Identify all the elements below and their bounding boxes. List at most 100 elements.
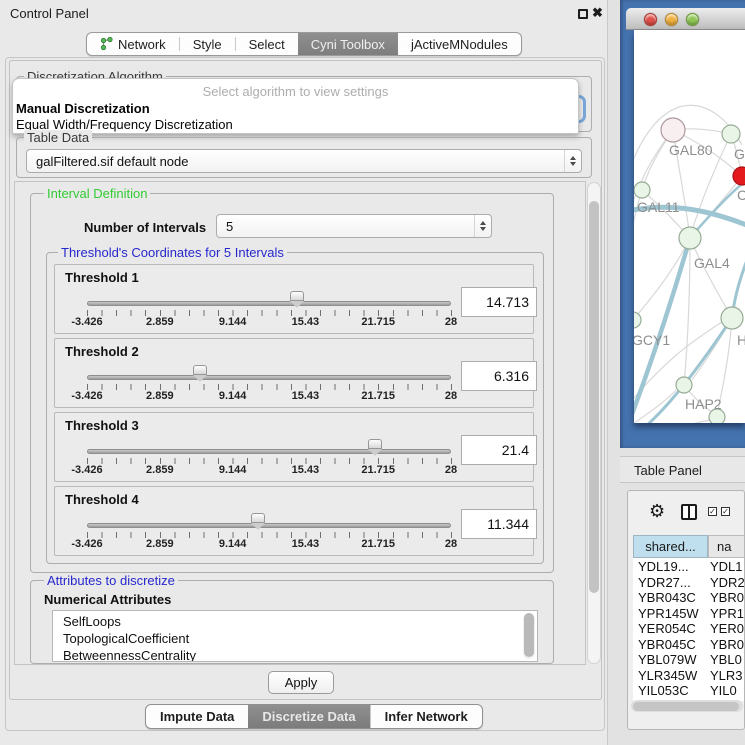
threshold-slider-thumb[interactable]: [290, 291, 304, 301]
threshold-slider-track[interactable]: [87, 375, 451, 380]
slider-tick-labels: -3.426 2.859 9.144 15.43 21.715 28: [87, 390, 451, 403]
checkbox-icon[interactable]: ✓: [708, 507, 717, 516]
settings-vertical-scrollbar[interactable]: [587, 182, 601, 664]
table-data-group-label: Table Data: [24, 130, 92, 145]
tab-discretize-data[interactable]: Discretize Data: [248, 705, 369, 728]
threshold-panel: Threshold 3 -3.426 2.859 9.144 15.43 21.…: [54, 412, 534, 482]
scrollbar-thumb[interactable]: [524, 613, 534, 657]
list-item[interactable]: TopologicalCoefficient: [53, 630, 537, 647]
slider-tick-labels: -3.426 2.859 9.144 15.43 21.715 28: [87, 538, 451, 551]
table-data-combobox[interactable]: galFiltered.sif default node: [26, 149, 582, 173]
node-ga: [722, 125, 740, 143]
threshold-panel: Threshold 4 -3.426 2.859 9.144 15.43 21.…: [54, 486, 534, 556]
table-row[interactable]: YLR345WYLR3: [633, 668, 745, 684]
top-tab-bar: Network Style Select Cyni Toolbox jActiv…: [86, 32, 522, 56]
tab-cyni-toolbox[interactable]: Cyni Toolbox: [298, 33, 398, 55]
network-graph: [634, 30, 745, 423]
threshold-value-field[interactable]: 6.316: [461, 361, 537, 391]
threshold-slider-thumb[interactable]: [251, 513, 265, 523]
node-label-c: C: [737, 187, 745, 203]
control-panel: Control Panel ✖ Network Style Select Cyn…: [0, 0, 607, 745]
threshold-label: Threshold 1: [65, 270, 139, 285]
column-layout-icon[interactable]: [681, 504, 697, 520]
node-h: [721, 307, 743, 329]
column-header-name[interactable]: na: [708, 535, 745, 558]
tab-infer-network[interactable]: Infer Network: [371, 705, 482, 728]
node-gal4: [679, 227, 701, 249]
undock-icon[interactable]: [578, 9, 588, 19]
node-gal80: [661, 118, 685, 142]
table-row[interactable]: YBR043CYBR0: [633, 590, 745, 606]
list-item[interactable]: BetweennessCentrality: [53, 647, 537, 662]
node-label-hap2: HAP2: [685, 396, 722, 412]
tab-style[interactable]: Style: [180, 33, 235, 55]
tab-network-label: Network: [118, 37, 166, 52]
close-traffic-light-icon[interactable]: [644, 13, 657, 26]
num-intervals-combobox[interactable]: 5: [216, 214, 492, 238]
column-header-shared-name[interactable]: shared...: [633, 535, 708, 558]
apply-button[interactable]: Apply: [268, 671, 334, 694]
network-icon: [100, 36, 113, 52]
node-gal11: [634, 182, 650, 198]
node-label-ga: GA: [734, 146, 745, 162]
table-horizontal-scrollbar[interactable]: [631, 700, 743, 712]
node-hap2: [676, 377, 692, 393]
thresholds-group-label: Threshold's Coordinates for 5 Intervals: [58, 245, 287, 260]
attributes-group-label: Attributes to discretize: [44, 573, 178, 588]
network-canvas[interactable]: GAL80 GA GAL11 C GAL4 GCY1 H HAP2: [634, 30, 745, 423]
slider-tick-labels: -3.426 2.859 9.144 15.43 21.715 28: [87, 316, 451, 329]
zoom-traffic-light-icon[interactable]: [686, 13, 699, 26]
scrollbar-thumb[interactable]: [589, 201, 599, 593]
gear-icon[interactable]: ⚙: [649, 501, 665, 522]
tab-jactivemnodules[interactable]: jActiveMNodules: [398, 33, 521, 55]
table-row[interactable]: YER054CYER0: [633, 621, 745, 637]
close-icon[interactable]: ✖: [592, 5, 603, 21]
threshold-slider-thumb[interactable]: [368, 439, 382, 449]
threshold-label: Threshold 4: [65, 492, 139, 507]
threshold-label: Threshold 2: [65, 344, 139, 359]
network-window-titlebar[interactable]: [626, 8, 745, 30]
table-panel: ⚙ ✓ ✓ shared... na YDL19...YDL1 YDR27...…: [627, 490, 745, 730]
stepper-icon: [474, 215, 491, 237]
algorithm-placeholder: Select algorithm to view settings: [13, 84, 578, 99]
threshold-slider-track[interactable]: [87, 449, 451, 454]
panel-divider[interactable]: [607, 0, 620, 745]
threshold-label: Threshold 3: [65, 418, 139, 433]
threshold-slider-track[interactable]: [87, 523, 451, 528]
table-row[interactable]: YDR27...YDR2: [633, 575, 745, 591]
threshold-value-field[interactable]: 14.713: [461, 287, 537, 317]
threshold-panel: Threshold 1 -3.426 2.859 9.144 15.43 21.…: [54, 264, 534, 334]
num-intervals-label: Number of Intervals: [84, 220, 206, 235]
num-intervals-value: 5: [217, 219, 474, 234]
threshold-value-field[interactable]: 11.344: [461, 509, 537, 539]
algorithm-dropdown-popup: Select algorithm to view settings Manual…: [12, 78, 579, 134]
numerical-attributes-list[interactable]: SelfLoops TopologicalCoefficient Between…: [52, 610, 538, 662]
threshold-value-field[interactable]: 21.4: [461, 435, 537, 465]
panel-title: Control Panel: [10, 6, 89, 21]
table-row[interactable]: YPR145WYPR1: [633, 606, 745, 622]
minimize-traffic-light-icon[interactable]: [665, 13, 678, 26]
node-label-gal11: GAL11: [637, 199, 680, 215]
scrollbar-thumb[interactable]: [633, 702, 739, 711]
table-data-value: galFiltered.sif default node: [27, 154, 564, 169]
tab-select[interactable]: Select: [236, 33, 298, 55]
node-gcy1: [634, 312, 641, 328]
node-label-gcy1: GCY1: [634, 332, 670, 348]
threshold-panel: Threshold 2 -3.426 2.859 9.144 15.43 21.…: [54, 338, 534, 408]
node-table: shared... na YDL19...YDL1 YDR27...YDR2 Y…: [633, 535, 745, 701]
tab-network[interactable]: Network: [87, 33, 179, 55]
table-row[interactable]: YBL079WYBL0: [633, 652, 745, 668]
algorithm-option-manual[interactable]: Manual Discretization: [15, 101, 150, 116]
list-item[interactable]: SelfLoops: [53, 611, 537, 630]
table-row[interactable]: YDL19...YDL1: [633, 559, 745, 575]
numerical-attributes-label: Numerical Attributes: [44, 592, 171, 607]
tab-impute-data[interactable]: Impute Data: [146, 705, 248, 728]
table-row[interactable]: YIL053CYIL0: [633, 683, 745, 696]
threshold-slider-thumb[interactable]: [193, 365, 207, 375]
table-row[interactable]: YBR045CYBR0: [633, 637, 745, 653]
table-panel-titlebar: Table Panel: [620, 456, 745, 483]
checkbox-icon[interactable]: ✓: [721, 507, 730, 516]
list-scrollbar[interactable]: [523, 613, 535, 659]
stepper-icon: [564, 150, 581, 172]
threshold-slider-track[interactable]: [87, 301, 451, 306]
